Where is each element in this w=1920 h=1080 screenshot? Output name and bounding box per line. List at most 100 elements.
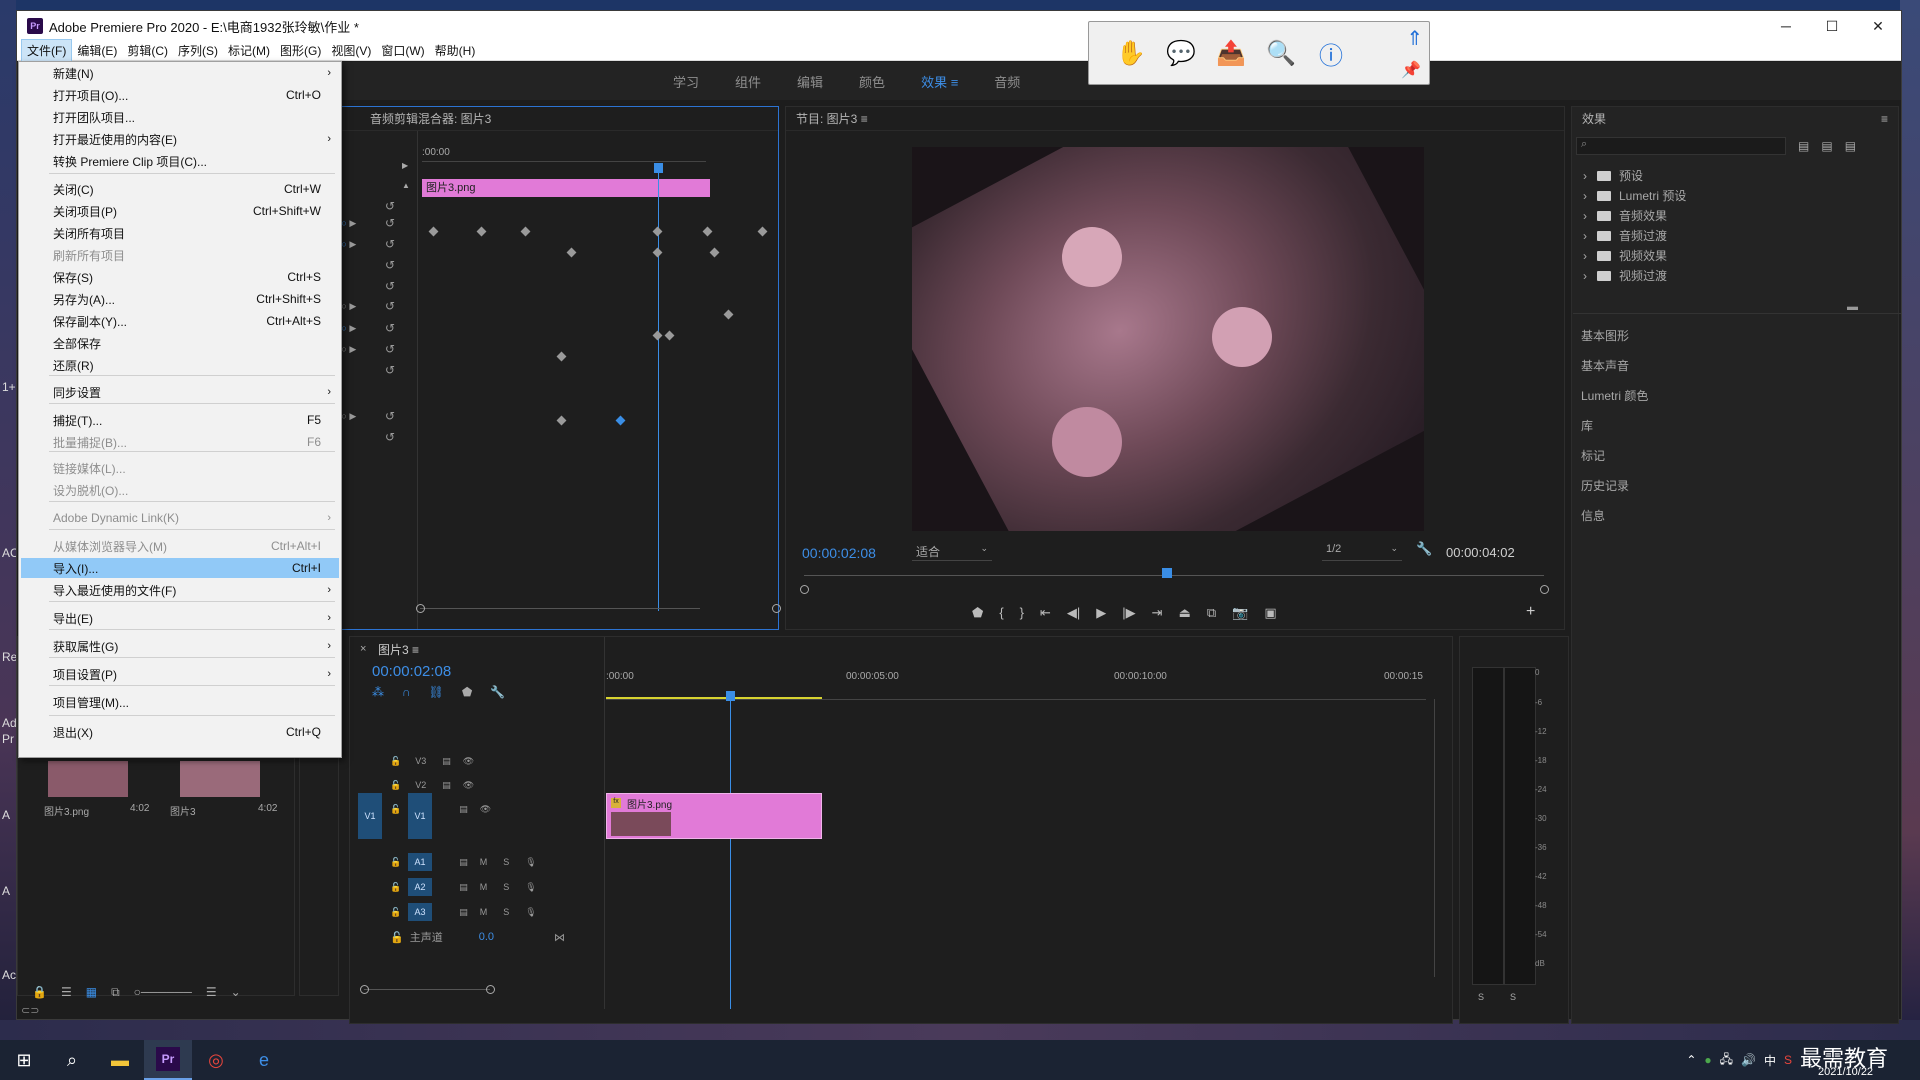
nest-icon[interactable]: ⁂ [372,685,384,699]
microphone-icon[interactable]: 🎙 [525,882,536,893]
section-info[interactable]: 信息 [1581,507,1605,524]
file-menu-item[interactable]: 捕捉(T)... F5 [21,410,339,430]
freeform-view-icon[interactable]: ⧉ [111,985,120,1000]
effects-tree-item[interactable]: › Lumetri 预设 [1583,187,1686,204]
add-button-icon[interactable]: + [1526,603,1535,621]
go-to-out-icon[interactable]: ⇥ [1152,605,1163,621]
premiere-taskbar-icon[interactable]: Pr [144,1040,192,1080]
keyframe[interactable] [702,226,713,237]
menu-graphics[interactable]: 图形(G) [275,40,326,61]
scroll-handle-right[interactable] [486,985,495,994]
reset-icon[interactable]: ↺ [385,258,395,272]
effects-tree-item[interactable]: › 视频过渡 [1583,267,1667,284]
menu-window[interactable]: 窗口(W) [376,40,429,61]
volume-icon[interactable]: 🔊 [1741,1053,1756,1067]
search-icon[interactable]: ⌕ [48,1040,96,1080]
clock-area[interactable]: 最需教育 2021/10/22 [1800,1040,1920,1080]
scroll-handle-right[interactable] [772,604,781,613]
program-timecode[interactable]: 00:00:02:08 [802,545,876,561]
title-bar[interactable]: Pr Adobe Premiere Pro 2020 - E:\电商1932张玲… [17,11,1901,41]
video-frame[interactable] [912,147,1424,531]
program-playhead[interactable] [1161,568,1172,578]
reset-icon[interactable]: ↺ [385,342,395,356]
keyframe[interactable] [520,226,531,237]
file-menu-item[interactable]: 全部保存 [21,333,339,353]
file-menu-item[interactable]: 同步设置 › [21,382,339,402]
workspace-assembly[interactable]: 组件 [735,72,761,91]
hamburger-icon[interactable]: ≡ [1881,107,1888,131]
file-menu-item[interactable]: 打开项目(O)... Ctrl+O [21,85,339,105]
sync-lock-icon[interactable]: ▤ [459,907,468,918]
collapse-up-icon[interactable]: ⇑ [1406,26,1423,51]
chevron-down-icon[interactable]: ⌄ [231,985,241,1000]
ime-indicator[interactable]: 中 [1764,1052,1776,1069]
file-menu-item[interactable]: 项目管理(M)... [21,692,339,712]
section-lumetri-color[interactable]: Lumetri 颜色 [1581,387,1648,404]
keyframe[interactable] [566,247,577,258]
export-frame-icon[interactable]: 📷 [1232,605,1248,621]
menu-view[interactable]: 视图(V) [326,40,376,61]
effects-tree-item[interactable]: › 音频过渡 [1583,227,1667,244]
go-to-end-icon[interactable]: ⋈ [554,931,565,944]
mute-button[interactable]: M [480,857,488,867]
collapse-triangle-icon[interactable]: ▲ [402,181,410,190]
section-essential-sound[interactable]: 基本声音 [1581,357,1629,374]
hamburger-icon[interactable]: ≡ [861,112,868,126]
timeline-zoom-bar[interactable] [364,989,490,990]
new-bin-icon[interactable]: ▬ [1847,301,1858,313]
menu-edit[interactable]: 编辑(E) [72,40,122,61]
program-scrub-bar[interactable] [804,575,1544,576]
reset-icon[interactable]: ↺ [385,237,395,251]
file-menu-item[interactable]: 保存(S) Ctrl+S [21,267,339,287]
workspace-audio[interactable]: 音频 [994,72,1020,91]
reset-icon[interactable]: ↺ [385,321,395,335]
hamburger-icon[interactable]: ≡ [951,75,959,90]
menu-file[interactable]: 文件(F) [21,39,73,62]
wrench-icon[interactable]: 🔧 [1416,541,1432,557]
lock-icon[interactable]: 🔓 [390,780,401,791]
sync-lock-icon[interactable]: ▤ [459,857,468,868]
source-playhead-handle[interactable] [654,163,663,173]
lock-icon[interactable]: 🔓 [390,857,401,868]
keyframe[interactable] [652,330,663,341]
chrome-icon[interactable]: ◎ [192,1040,240,1080]
file-menu-item[interactable]: 获取属性(G) › [21,636,339,656]
linked-selection-icon[interactable]: ⛓ [429,685,444,699]
windows-start-icon[interactable]: ⊞ [0,1040,48,1080]
thumbnail[interactable] [48,761,128,797]
solo-button[interactable]: S [503,882,509,892]
mark-out-icon[interactable]: } [1020,605,1024,621]
source-clip-bar[interactable]: 图片3.png [422,179,710,197]
workspace-color[interactable]: 颜色 [859,72,885,91]
reset-icon[interactable]: ↺ [385,279,395,293]
timeline-timecode[interactable]: 00:00:02:08 [372,663,451,680]
workspace-editing[interactable]: 编辑 [797,72,823,91]
minimize-button[interactable]: ─ [1763,11,1809,41]
solo-button[interactable]: S [1510,992,1516,1002]
keyframe[interactable] [757,226,768,237]
play-icon[interactable]: ▶ [1096,605,1106,621]
reset-icon[interactable]: ↺ [385,409,395,423]
pin-icon[interactable]: 📌 [1401,60,1421,80]
effects-search-input[interactable]: ⌕ [1576,137,1786,155]
solo-button[interactable]: S [1478,992,1484,1002]
reset-icon[interactable]: ↺ [385,430,395,444]
file-menu-item[interactable]: 退出(X) Ctrl+Q [21,722,339,742]
eye-icon[interactable]: 👁 [480,804,491,815]
effects-tree-item[interactable]: › 视频效果 [1583,247,1667,264]
timeline-playhead-handle[interactable] [726,691,735,701]
zoom-scrollbar[interactable] [420,608,700,609]
file-menu-item[interactable]: 关闭项目(P) Ctrl+Shift+W [21,201,339,221]
keyframe[interactable] [556,415,567,426]
file-menu-item[interactable]: 项目设置(P) › [21,664,339,684]
lock-icon[interactable]: 🔓 [390,756,401,767]
workspace-effects[interactable]: 效果 ≡ [921,72,958,91]
wrench-icon[interactable]: 🔧 [490,685,505,699]
lock-icon[interactable]: 🔓 [390,882,401,893]
network-icon[interactable]: 🖧 [1720,1050,1733,1071]
play-triangle-icon[interactable]: ▶ [402,161,410,170]
sogou-icon[interactable]: S [1784,1053,1792,1067]
zoom-slider[interactable]: ○────── [134,985,192,1000]
solo-button[interactable]: S [503,857,509,867]
mute-button[interactable]: M [480,882,488,892]
